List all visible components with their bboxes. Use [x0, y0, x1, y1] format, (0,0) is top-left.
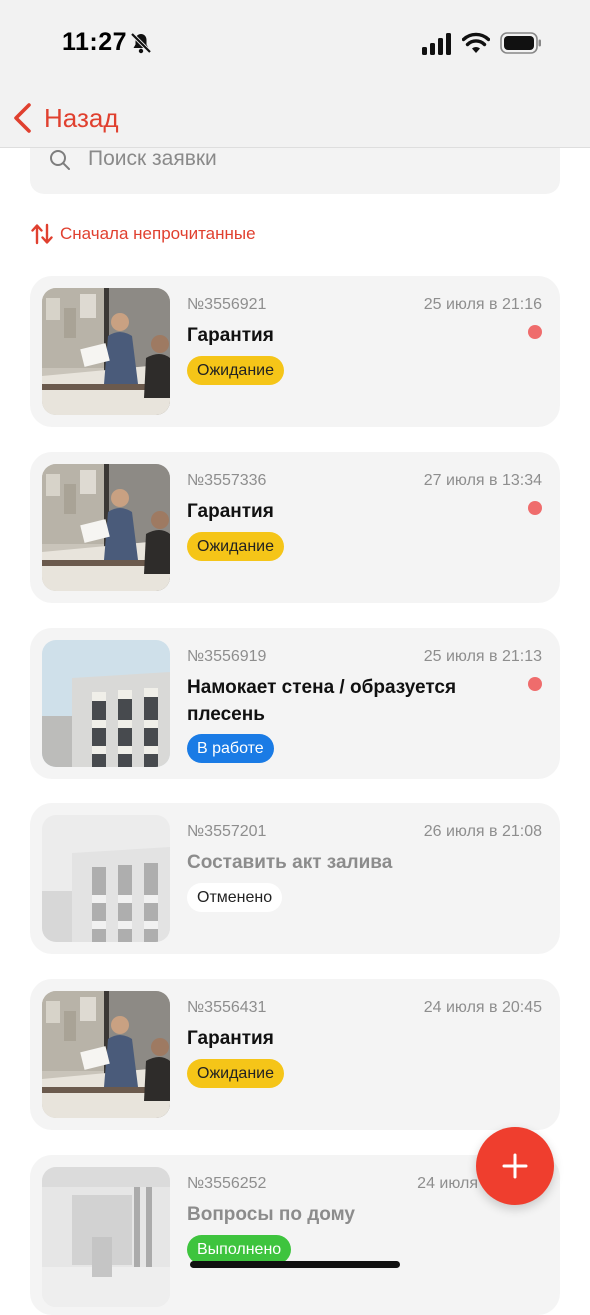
- ticket-title: Вопросы по дому: [187, 1204, 355, 1225]
- ticket-card[interactable]: №3556921 25 июля в 21:16 Гарантия Ожидан…: [30, 276, 560, 427]
- ticket-number: №3556431: [187, 999, 267, 1016]
- ticket-thumbnail-office: [42, 991, 170, 1118]
- search-icon: [50, 150, 70, 170]
- status-badge: Ожидание: [187, 1059, 284, 1088]
- ticket-date: 25 июля в 21:13: [423, 648, 542, 665]
- navigation-bar: Назад: [0, 90, 590, 148]
- status-badge: Выполнено: [187, 1235, 292, 1264]
- status-badge: Ожидание: [187, 532, 284, 561]
- ticket-number: №3556919: [187, 648, 267, 665]
- ticket-number: №3556921: [187, 296, 267, 313]
- ticket-card[interactable]: №3557336 27 июля в 13:34 Гарантия Ожидан…: [30, 452, 560, 603]
- ticket-title: Гарантия: [187, 325, 274, 346]
- cellular-signal-icon: [422, 33, 451, 55]
- ticket-thumbnail-office: [42, 464, 170, 591]
- ticket-number: №3556252: [187, 1175, 267, 1192]
- status-badge: Ожидание: [187, 356, 284, 385]
- ticket-title: Намокает стена / образуется плесень: [187, 677, 457, 725]
- ticket-date: 27 июля в 13:34: [423, 472, 542, 489]
- ticket-title: Гарантия: [187, 1028, 274, 1049]
- search-input[interactable]: [88, 144, 528, 174]
- sort-arrows-icon: [31, 223, 53, 245]
- unread-indicator: [528, 325, 542, 339]
- home-indicator[interactable]: [190, 1261, 400, 1268]
- ticket-date: 24 июля: [417, 1175, 478, 1192]
- ticket-number: №3557201: [187, 823, 267, 840]
- status-badge: В работе: [187, 734, 274, 763]
- wifi-icon: [462, 32, 490, 53]
- status-time: 11:27: [62, 28, 128, 56]
- ticket-date: 26 июля в 21:08: [423, 823, 542, 840]
- status-bar: 11:27: [0, 0, 590, 90]
- back-button[interactable]: Назад: [10, 98, 119, 138]
- ticket-card[interactable]: №3556919 25 июля в 21:13 Намокает стена …: [30, 628, 560, 779]
- bell-muted-icon: [130, 32, 152, 54]
- sort-label: Сначала непрочитанные: [60, 224, 256, 243]
- ticket-card[interactable]: №3557201 26 июля в 21:08 Составить акт з…: [30, 803, 560, 954]
- search-bar[interactable]: [30, 144, 560, 194]
- ticket-thumbnail-building: [42, 640, 170, 767]
- ticket-card[interactable]: №3556431 24 июля в 20:45 Гарантия Ожидан…: [30, 979, 560, 1130]
- ticket-number: №3557336: [187, 472, 267, 489]
- unread-indicator: [528, 677, 542, 691]
- ticket-title: Гарантия: [187, 501, 274, 522]
- ticket-title: Составить акт залива: [187, 852, 393, 873]
- ticket-thumbnail-building: [42, 815, 170, 942]
- ticket-thumbnail-office: [42, 288, 170, 415]
- add-ticket-button[interactable]: [476, 1127, 554, 1205]
- status-badge: Отменено: [187, 883, 283, 912]
- ticket-date: 24 июля в 20:45: [423, 999, 542, 1016]
- back-label: Назад: [44, 102, 119, 133]
- plus-icon: [502, 1153, 528, 1179]
- ticket-thumbnail-interior: [42, 1167, 170, 1307]
- battery-icon: [500, 32, 541, 54]
- sort-toggle[interactable]: Сначала непрочитанные: [31, 222, 256, 246]
- unread-indicator: [528, 501, 542, 515]
- ticket-date: 25 июля в 21:16: [423, 296, 542, 313]
- chevron-left-icon: [14, 103, 31, 133]
